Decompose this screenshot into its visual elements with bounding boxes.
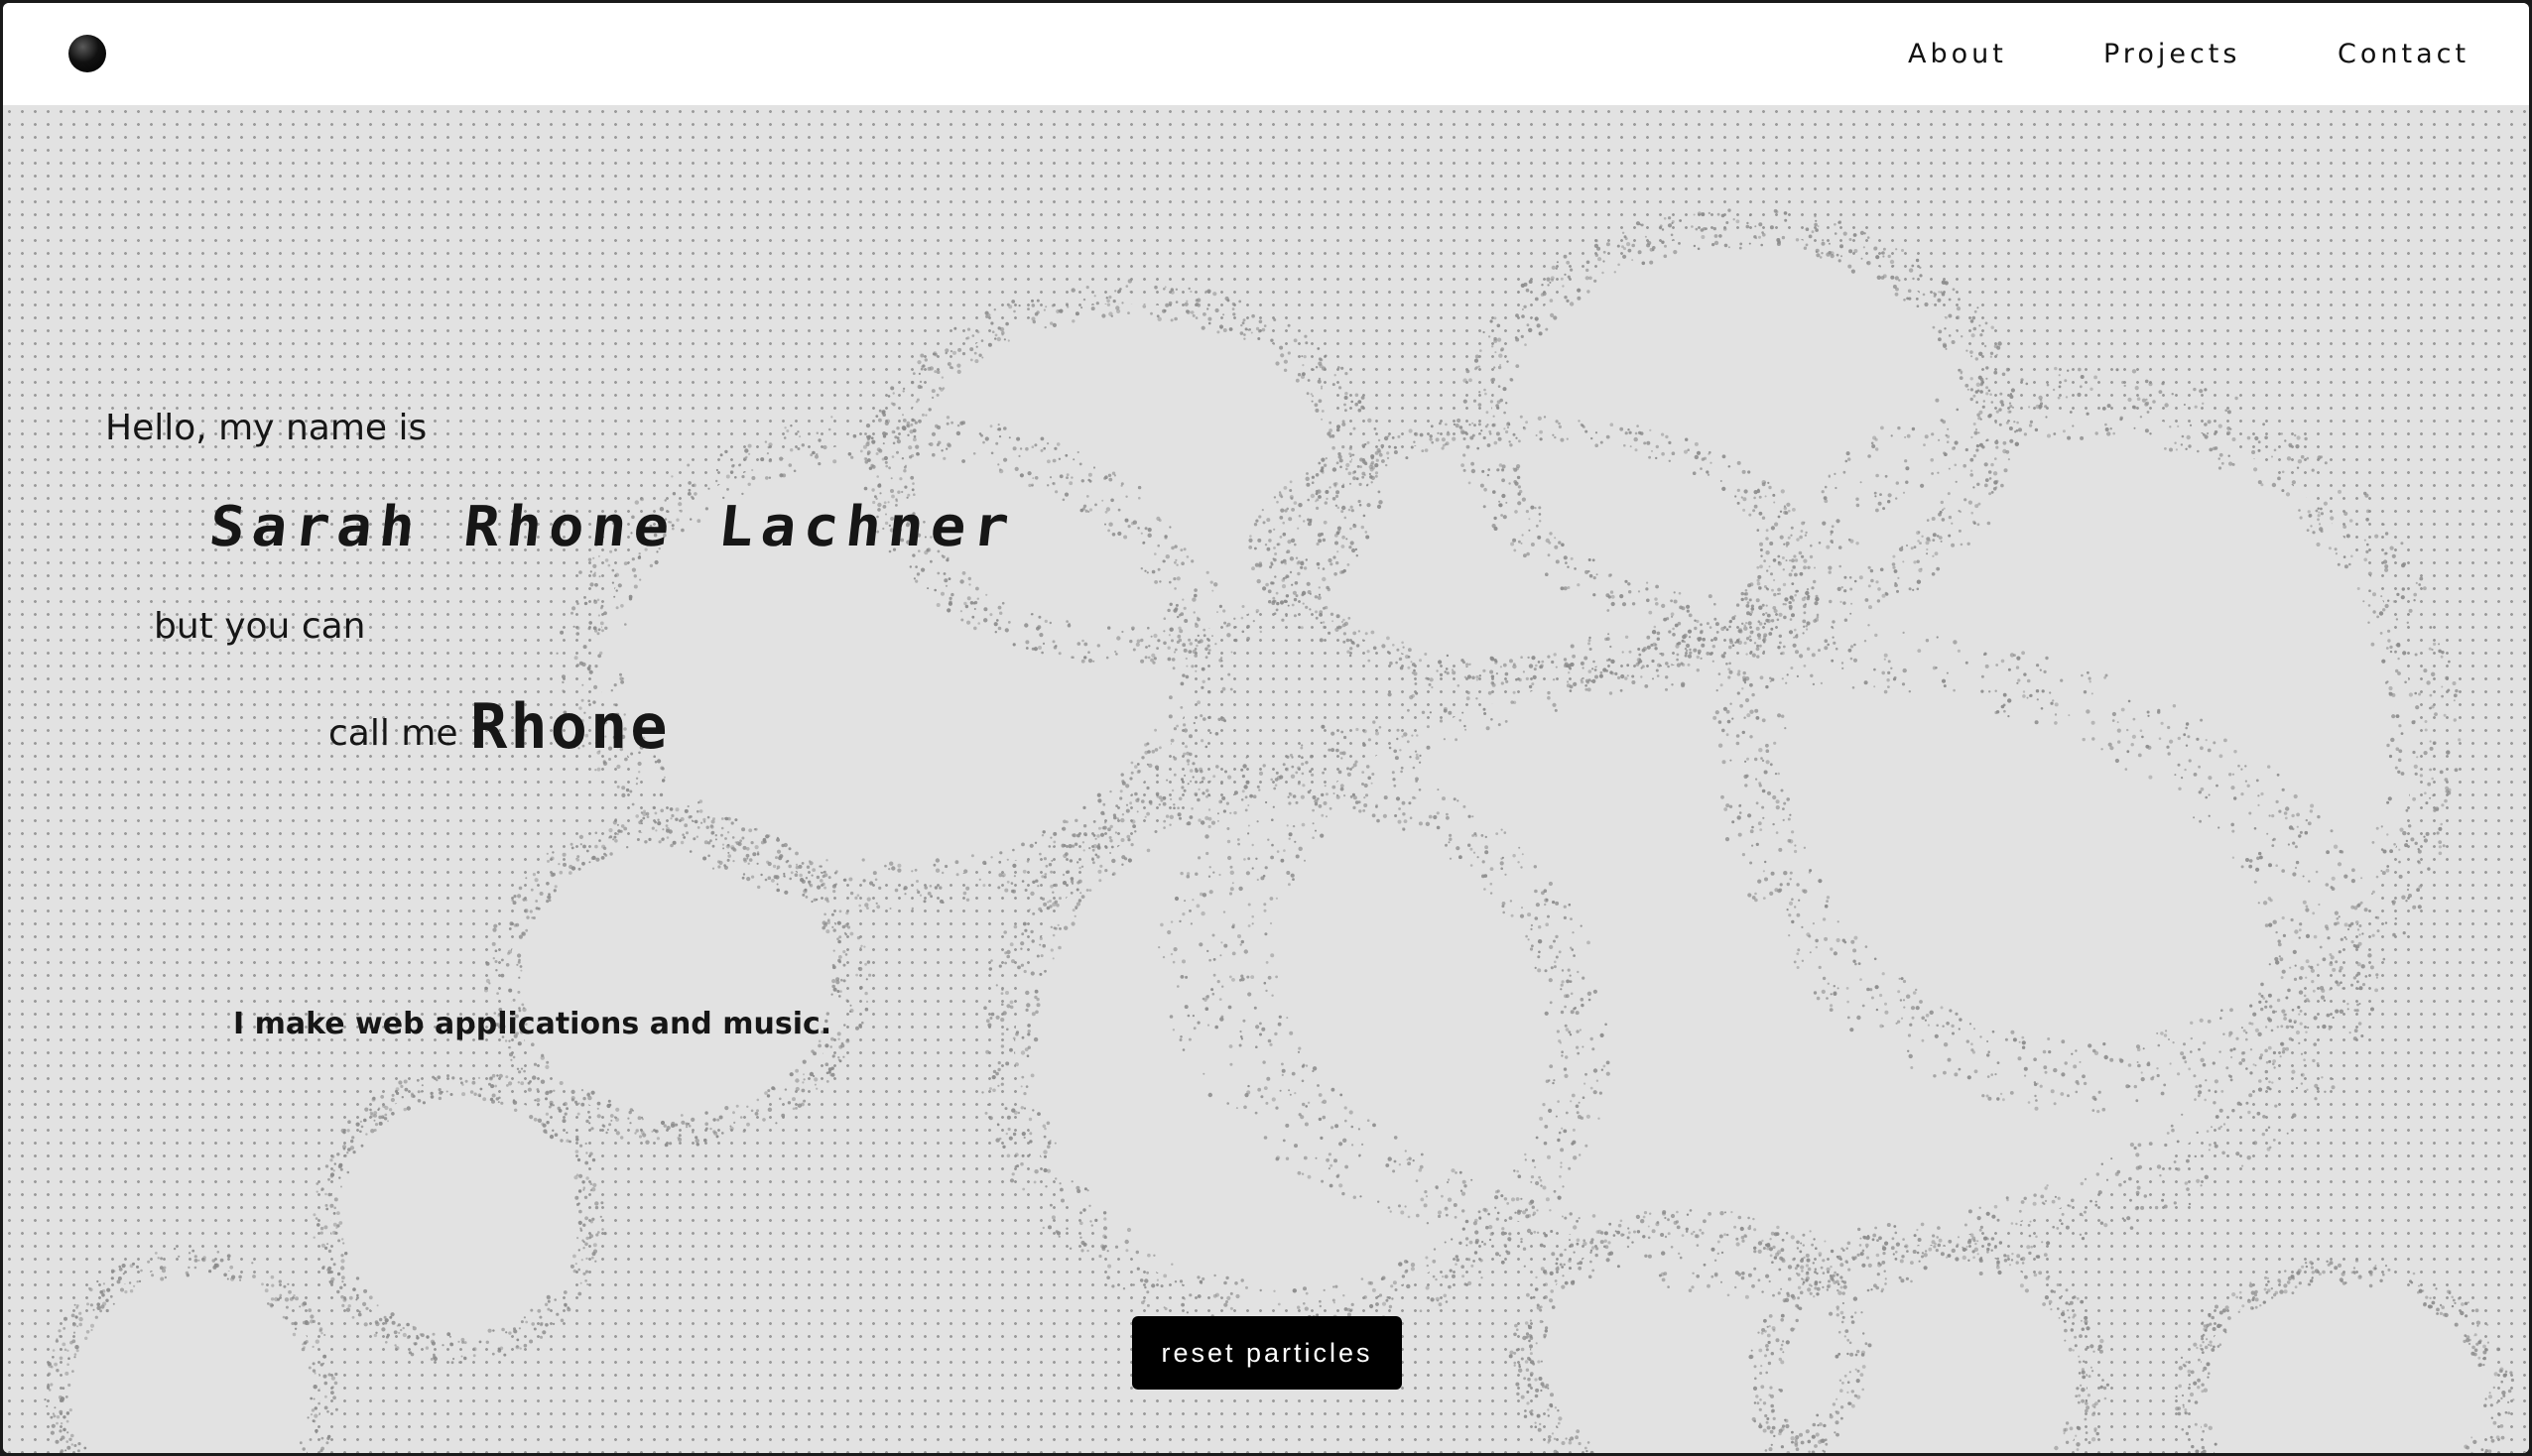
hero-full-name: Sarah Rhone Lachner [205, 495, 1020, 559]
particle-canvas[interactable] [3, 105, 2529, 1453]
hero-greeting: Hello, my name is [105, 408, 428, 448]
nav-link-about[interactable]: About [1908, 39, 2007, 69]
top-navbar: About Projects Contact [3, 3, 2529, 105]
nav-link-projects[interactable]: Projects [2103, 39, 2240, 69]
logo-orb-icon[interactable] [68, 35, 106, 72]
reset-particles-button[interactable]: reset particles [1132, 1316, 1402, 1390]
nav-link-contact[interactable]: Contact [2338, 39, 2469, 69]
hero-tagline: I make web applications and music. [233, 1007, 832, 1041]
hero-call-prefix: call me [328, 713, 458, 754]
hero-nickname: Rhone [470, 690, 671, 763]
particle-field [44, 208, 2515, 1453]
browser-window: About Projects Contact Hello, my name is… [3, 3, 2529, 1453]
hero-transition: but you can [154, 606, 366, 647]
